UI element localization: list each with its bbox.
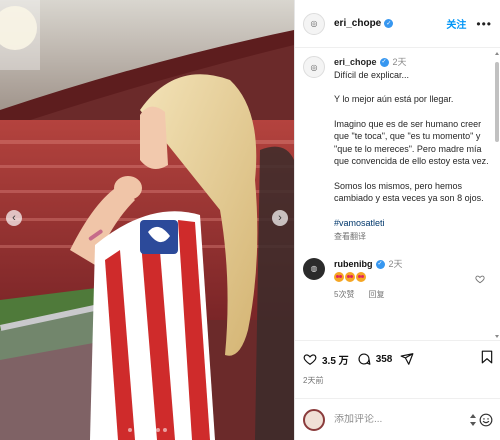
heart-eyes-emoji-icon [345,271,355,282]
commenter-username[interactable]: rubenibg [334,259,373,269]
carousel-dot [155,428,160,432]
share-button[interactable] [400,352,414,366]
comment-time: 2天 [388,258,403,269]
carousel-dot [141,428,146,432]
add-comment-bar [295,398,500,440]
next-slide-button[interactable]: › [272,210,288,226]
carousel-indicator [0,428,294,432]
carousel-dot [162,428,167,432]
hashtag-link[interactable]: #vamosatleti [334,218,385,228]
scroll-down-arrow-icon[interactable] [495,335,499,338]
caption-paragraph: Imagino que es de ser humano creer que "… [334,118,489,167]
comment-reply-button[interactable]: 回复 [368,288,384,301]
author-username[interactable]: eri_chope [334,18,381,29]
comment-emoji-text [334,271,403,282]
carousel-dot [134,428,139,432]
scroll-up-arrow-icon[interactable] [495,52,499,55]
comment-bubble-icon [358,353,371,365]
caption-text: eri_chope ✓ 2天 Difícil de explicar... Y lo… [334,56,493,244]
post-header: ◎ eri_chope ✓ 关注 ••• [295,0,500,48]
stadium-photo-illustration [0,0,294,440]
author-avatar[interactable]: ◎ [303,12,325,35]
verified-badge-icon: ✓ [384,19,394,28]
bookmark-icon [481,350,493,363]
emoji-picker-button[interactable] [470,413,493,427]
comment-likes-count[interactable]: 5次赞 [334,288,354,301]
caption-paragraph: Y lo mejor aún está por llegar. [334,94,454,104]
follow-button[interactable]: 关注 [446,16,466,31]
likes-count: 3.5 万 [322,355,349,367]
more-options-icon[interactable]: ••• [476,17,492,31]
save-button[interactable] [481,350,493,369]
comment-button[interactable]: 358 [357,352,401,366]
carousel-dot [148,428,153,432]
verified-badge-icon: ✓ [379,58,389,68]
heart-icon [303,354,317,365]
see-translation-link[interactable]: 查看翻译 [334,231,493,244]
caption-author-avatar[interactable]: ◎ [303,56,325,78]
caption-paragraph: Somos los mismos, pero hemos cambiado y … [334,180,484,204]
post-photo: ‹ › [0,0,294,440]
previous-slide-button[interactable]: ‹ [6,210,22,226]
caption-time: 2天 [392,57,407,67]
post-actions: 3.5 万 358 2天前 [295,340,500,386]
comments-count: 358 [375,353,393,365]
comments-section: ◎ eri_chope ✓ 2天 Difícil de explicar... Y … [295,48,500,338]
commenter-avatar[interactable]: ◍ [303,257,325,280]
caption: ◎ eri_chope ✓ 2天 Difícil de explicar... Y … [295,48,500,244]
post-details-panel: ◎ eri_chope ✓ 关注 ••• ◎ eri_chope ✓ 2天 Difí… [294,0,500,440]
comment-item: ◍ rubenibg ✓ 2天 5次赞 回复 [295,244,500,301]
comment-input[interactable] [334,414,454,425]
verified-badge-icon: ✓ [375,259,385,269]
caption-paragraph: Difícil de explicar... [334,69,410,80]
sort-arrows-icon [470,413,476,426]
smiley-emoji-icon [479,413,493,426]
comments-scrollbar[interactable] [495,52,499,338]
heart-eyes-emoji-icon [334,271,344,282]
heart-eyes-emoji-icon [356,271,366,282]
comment-like-heart-icon[interactable] [475,274,485,284]
current-user-avatar [303,408,325,431]
posted-time: 2天前 [303,376,324,385]
like-button[interactable]: 3.5 万 [303,352,357,367]
send-paper-plane-icon [400,353,414,365]
carousel-dot [127,428,132,432]
scrollbar-thumb[interactable] [495,62,499,142]
caption-username[interactable]: eri_chope [334,57,377,67]
